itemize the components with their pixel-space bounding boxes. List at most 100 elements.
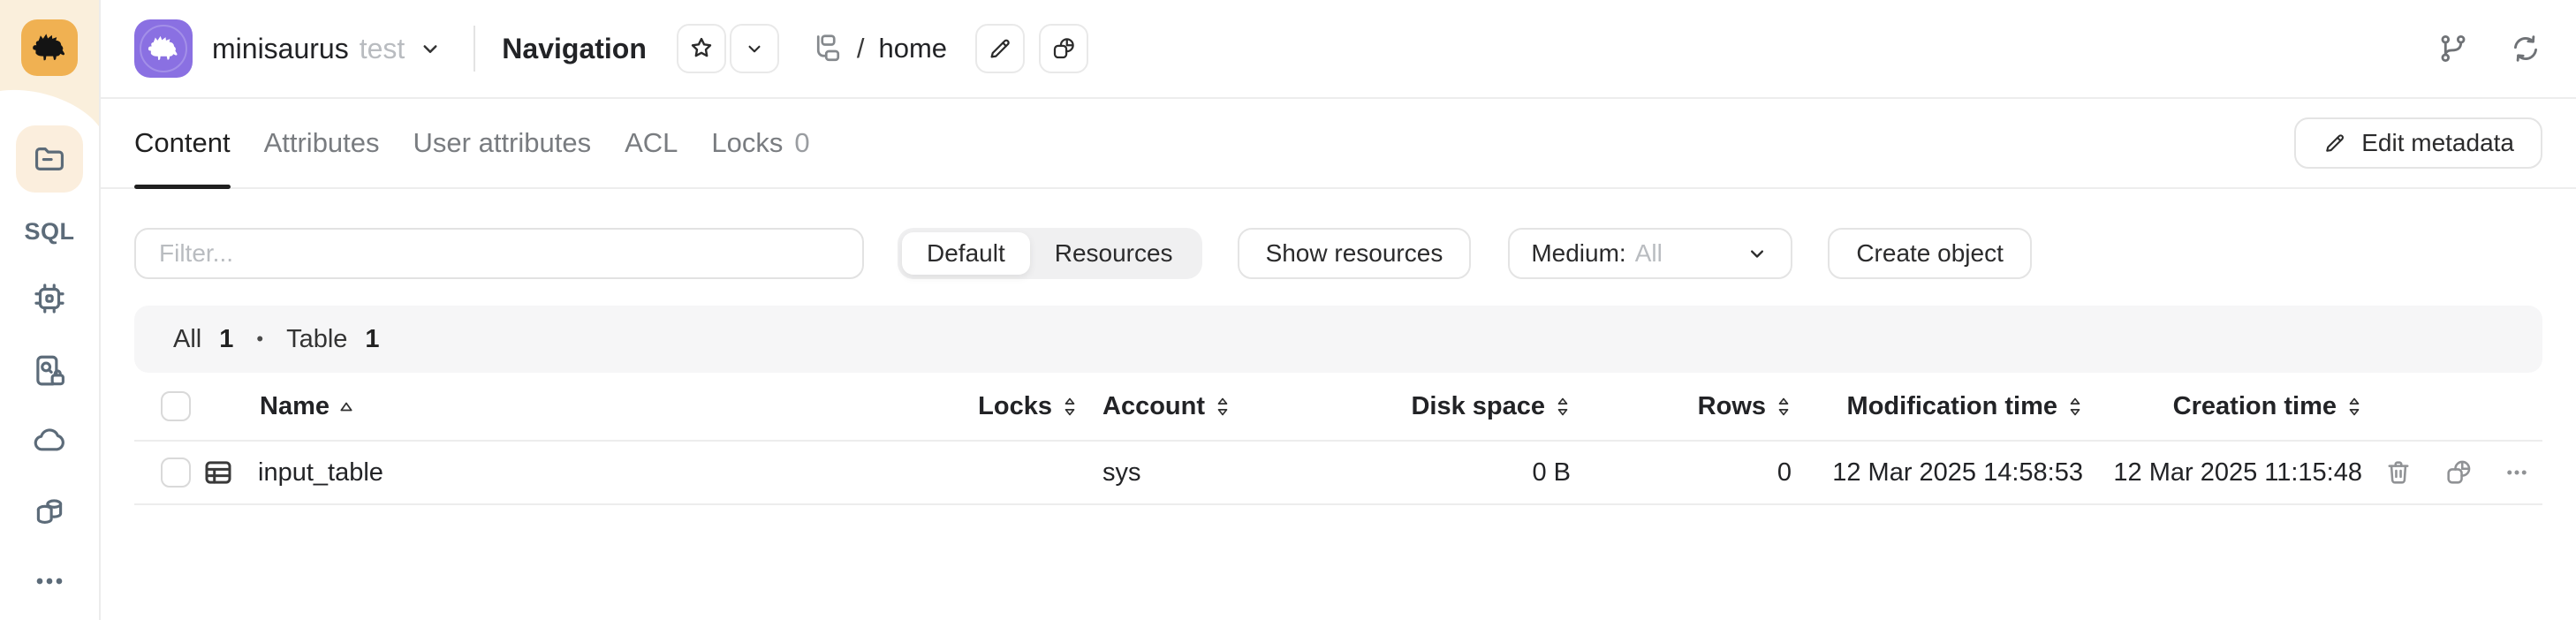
row-more-button[interactable] bbox=[2504, 459, 2530, 486]
sidebar-item-more[interactable] bbox=[16, 548, 83, 615]
sidebar-item-cloud[interactable] bbox=[16, 406, 83, 473]
top-bar: minisaurus test Navigation / ho bbox=[101, 0, 2576, 99]
page-title: Navigation bbox=[502, 33, 647, 65]
ellipsis-icon bbox=[2504, 459, 2530, 486]
column-header-disk-space[interactable]: Disk space bbox=[1277, 392, 1571, 421]
column-header-creation-time[interactable]: Creation time bbox=[2083, 392, 2362, 421]
row-checkbox[interactable] bbox=[161, 457, 191, 488]
column-header-rows[interactable]: Rows bbox=[1571, 392, 1792, 421]
star-icon bbox=[687, 34, 716, 63]
view-mode-segment: Default Resources bbox=[898, 228, 1202, 279]
segment-option-default[interactable]: Default bbox=[902, 232, 1030, 275]
row-modification-time-cell: 12 Mar 2025 14:58:53 bbox=[1792, 458, 2083, 488]
refresh-button[interactable] bbox=[2509, 32, 2542, 65]
tab-locks[interactable]: Locks 0 bbox=[711, 99, 809, 187]
sidebar-item-storage[interactable] bbox=[16, 477, 83, 544]
favorite-button[interactable] bbox=[677, 24, 726, 73]
copy-icon bbox=[1050, 35, 1077, 62]
breadcrumb-separator: / bbox=[857, 33, 865, 64]
card-lock-icon bbox=[31, 352, 68, 389]
branches-button[interactable] bbox=[2436, 32, 2470, 65]
rename-button[interactable] bbox=[975, 24, 1025, 73]
pencil-icon bbox=[2322, 131, 2347, 155]
chevron-down-icon bbox=[743, 37, 766, 60]
table-header-row: Name Locks Account Disk space bbox=[134, 373, 2542, 442]
git-branch-icon bbox=[2436, 32, 2470, 65]
sort-asc-icon bbox=[339, 401, 353, 412]
row-name-cell[interactable]: input_table bbox=[191, 456, 928, 489]
table-row: input_table sys 0 B 0 12 Mar 2025 14:58:… bbox=[134, 442, 2542, 505]
chip-icon bbox=[31, 280, 68, 317]
sort-both-icon bbox=[2067, 396, 2083, 418]
sidebar: SQL bbox=[0, 0, 101, 620]
database-name[interactable]: minisaurus bbox=[212, 33, 349, 65]
summary-all-count: 1 bbox=[219, 325, 233, 354]
object-summary: All 1 • Table 1 bbox=[134, 306, 2542, 373]
copy-path-button[interactable] bbox=[1039, 24, 1088, 73]
select-all-cell bbox=[134, 391, 191, 421]
sql-label: SQL bbox=[24, 218, 74, 246]
tab-user-attributes[interactable]: User attributes bbox=[413, 99, 592, 187]
sidebar-item-sql[interactable]: SQL bbox=[16, 198, 83, 265]
refresh-icon bbox=[2509, 32, 2542, 65]
breadcrumb-current[interactable]: home bbox=[879, 33, 948, 64]
locks-count-badge: 0 bbox=[794, 127, 809, 159]
row-select-cell bbox=[134, 457, 191, 488]
tab-attributes[interactable]: Attributes bbox=[264, 99, 380, 187]
row-actions-cell bbox=[2362, 457, 2542, 488]
filter-input[interactable] bbox=[134, 228, 864, 279]
sort-both-icon bbox=[2346, 396, 2362, 418]
databases-icon bbox=[31, 492, 68, 529]
ellipsis-icon bbox=[32, 563, 67, 599]
sort-both-icon bbox=[1555, 396, 1571, 418]
row-creation-time-cell: 12 Mar 2025 11:15:48 bbox=[2083, 458, 2362, 488]
select-all-checkbox[interactable] bbox=[161, 391, 191, 421]
avatar-ring bbox=[140, 25, 187, 72]
summary-table-count: 1 bbox=[365, 325, 379, 354]
trash-icon bbox=[2383, 457, 2413, 488]
sidebar-item-objects[interactable] bbox=[16, 125, 83, 193]
favorite-dropdown-button[interactable] bbox=[730, 24, 779, 73]
hierarchy-icon bbox=[811, 33, 843, 64]
edit-metadata-button[interactable]: Edit metadata bbox=[2294, 117, 2542, 169]
row-account-cell: sys bbox=[1078, 458, 1277, 488]
sort-both-icon bbox=[1215, 396, 1231, 418]
row-rows-cell: 0 bbox=[1571, 458, 1792, 488]
medium-select[interactable]: Medium: All bbox=[1508, 228, 1792, 279]
show-resources-button[interactable]: Show resources bbox=[1238, 228, 1472, 279]
pencil-icon bbox=[987, 35, 1013, 62]
app-logo[interactable] bbox=[21, 19, 78, 76]
database-env: test bbox=[360, 33, 405, 65]
create-object-button[interactable]: Create object bbox=[1828, 228, 2032, 279]
table-object-icon bbox=[201, 456, 235, 489]
database-avatar[interactable] bbox=[134, 19, 193, 78]
sidebar-item-diagnostics[interactable] bbox=[16, 265, 83, 332]
tab-content[interactable]: Content bbox=[134, 99, 231, 187]
folder-icon bbox=[31, 140, 68, 178]
chevron-down-icon bbox=[1745, 241, 1769, 266]
row-disk-space-cell: 0 B bbox=[1277, 458, 1571, 488]
object-name[interactable]: input_table bbox=[258, 458, 383, 488]
objects-table: Name Locks Account Disk space bbox=[134, 373, 2542, 505]
summary-all-label: All bbox=[173, 325, 201, 354]
tabs: Content Attributes User attributes ACL L… bbox=[134, 99, 810, 187]
sidebar-item-audit[interactable] bbox=[16, 337, 83, 405]
column-header-account[interactable]: Account bbox=[1078, 392, 1277, 421]
header-divider bbox=[474, 26, 475, 72]
sort-both-icon bbox=[1062, 396, 1078, 418]
database-switcher-chevron[interactable] bbox=[417, 35, 443, 62]
column-header-modification-time[interactable]: Modification time bbox=[1792, 392, 2083, 421]
cloud-icon bbox=[31, 421, 68, 458]
column-header-name[interactable]: Name bbox=[191, 392, 928, 421]
copy-row-button[interactable] bbox=[2443, 457, 2474, 488]
copy-icon bbox=[2443, 457, 2474, 488]
controls-row: Default Resources Show resources Medium:… bbox=[101, 189, 2576, 279]
summary-table-label: Table bbox=[286, 325, 347, 354]
summary-separator: • bbox=[256, 328, 263, 351]
column-header-locks[interactable]: Locks bbox=[928, 392, 1078, 421]
tab-acl[interactable]: ACL bbox=[625, 99, 678, 187]
segment-option-resources[interactable]: Resources bbox=[1030, 232, 1198, 275]
chevron-down-icon bbox=[417, 35, 443, 62]
delete-row-button[interactable] bbox=[2383, 457, 2413, 488]
sort-both-icon bbox=[1776, 396, 1792, 418]
